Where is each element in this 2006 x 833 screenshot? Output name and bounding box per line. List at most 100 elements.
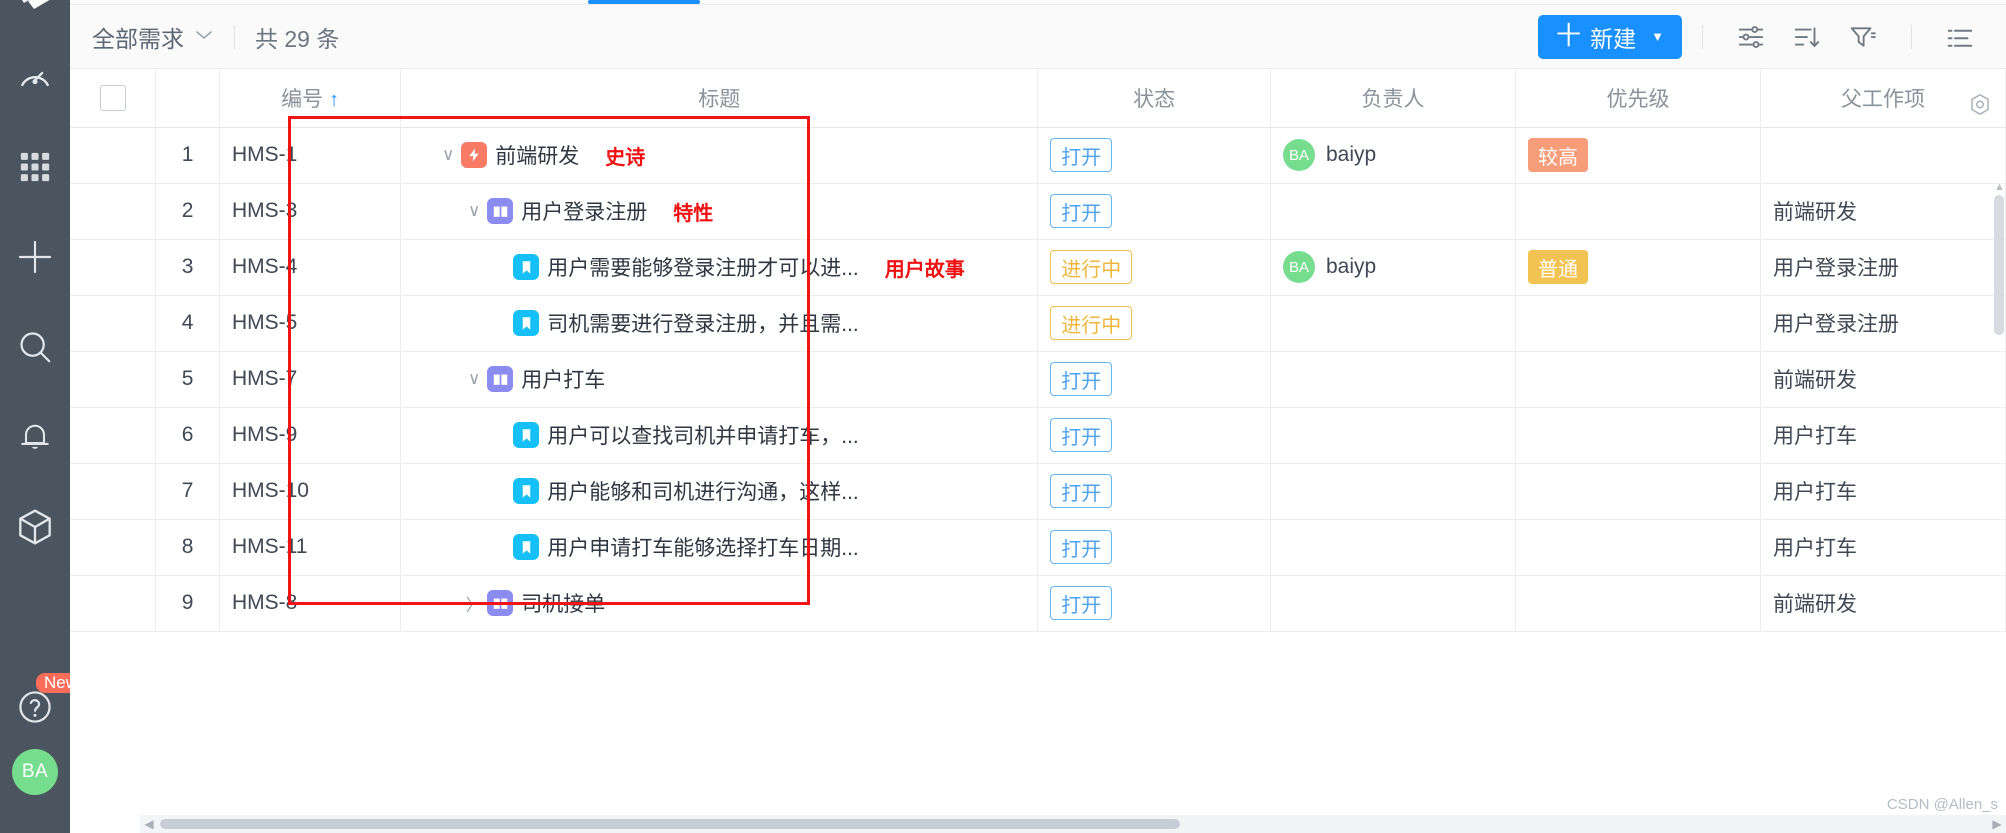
table-row[interactable]: 7 HMS-10 ∨用户能够和司机进行沟通，这样... 打开 用户打车 <box>70 463 2006 520</box>
horizontal-scroll-thumb[interactable] <box>160 819 1180 829</box>
row-status-cell[interactable]: 打开 <box>1037 407 1271 464</box>
status-badge[interactable]: 打开 <box>1050 418 1113 452</box>
logo-icon[interactable] <box>0 0 70 32</box>
select-all-header[interactable] <box>70 69 157 128</box>
row-owner-cell[interactable]: BA baiyp <box>1270 127 1516 184</box>
table-row[interactable]: 5 HMS-7 ∨ 用户打车 打开 前端研发 <box>70 351 2006 408</box>
status-badge[interactable]: 进行中 <box>1050 250 1133 284</box>
row-priority-cell[interactable]: 较高 <box>1515 127 1761 184</box>
row-select-cell[interactable] <box>70 183 157 240</box>
row-code-cell[interactable]: HMS-8 <box>219 575 402 632</box>
list-view-icon[interactable] <box>1932 15 1988 59</box>
row-title-cell[interactable]: ∨用户能够和司机进行沟通，这样... <box>400 463 1039 520</box>
scroll-up-arrow[interactable]: ▲ <box>1994 181 2005 193</box>
sidebar-item-dashboard[interactable] <box>0 32 70 122</box>
row-code-cell[interactable]: HMS-5 <box>219 295 402 352</box>
row-title-cell[interactable]: ∨用户申请打车能够选择打车日期... <box>400 519 1039 576</box>
row-select-cell[interactable] <box>70 407 157 464</box>
row-status-cell[interactable]: 打开 <box>1037 519 1271 576</box>
priority-badge[interactable]: 较高 <box>1527 138 1588 172</box>
status-badge[interactable]: 打开 <box>1050 138 1113 172</box>
row-title-cell[interactable]: ∨用户可以查找司机并申请打车，... <box>400 407 1039 464</box>
row-priority-cell[interactable]: 普通 <box>1515 239 1761 296</box>
table-row[interactable]: 2 HMS-3 ∨ 用户登录注册 特性 打开 前端研发 <box>70 183 2006 240</box>
column-header-owner[interactable]: 负责人 <box>1270 69 1516 128</box>
sidebar-item-notifications[interactable] <box>0 392 70 482</box>
row-owner-cell[interactable] <box>1270 463 1516 520</box>
row-select-cell[interactable] <box>70 463 157 520</box>
row-expand-chevron-icon[interactable]: ∨ <box>461 369 487 389</box>
row-owner-cell[interactable]: BA baiyp <box>1270 239 1516 296</box>
row-priority-cell[interactable] <box>1515 575 1761 632</box>
row-priority-cell[interactable] <box>1515 463 1761 520</box>
row-title-cell[interactable]: ∨ 前端研发 史诗 <box>400 127 1039 184</box>
row-owner-cell[interactable] <box>1270 575 1516 632</box>
horizontal-scroll-track[interactable] <box>158 819 1988 829</box>
row-select-cell[interactable] <box>70 351 157 408</box>
priority-badge[interactable]: 普通 <box>1527 250 1588 284</box>
status-badge[interactable]: 进行中 <box>1050 306 1133 340</box>
row-priority-cell[interactable] <box>1515 295 1761 352</box>
sidebar-item-search[interactable] <box>0 302 70 392</box>
row-parent-cell[interactable]: 用户登录注册 <box>1760 239 2006 296</box>
row-code-cell[interactable]: HMS-3 <box>219 183 402 240</box>
row-status-cell[interactable]: 打开 <box>1037 183 1271 240</box>
status-badge[interactable]: 打开 <box>1050 530 1113 564</box>
row-code-cell[interactable]: HMS-9 <box>219 407 402 464</box>
row-status-cell[interactable]: 打开 <box>1037 351 1271 408</box>
sort-icon[interactable] <box>1779 15 1835 59</box>
row-parent-cell[interactable]: 用户打车 <box>1760 407 2006 464</box>
row-priority-cell[interactable] <box>1515 519 1761 576</box>
table-row[interactable]: 4 HMS-5 ∨司机需要进行登录注册，并且需... 进行中 用户登录注册 <box>70 295 2006 352</box>
row-select-cell[interactable] <box>70 239 157 296</box>
row-priority-cell[interactable] <box>1515 183 1761 240</box>
column-settings-icon[interactable] <box>1960 85 2000 125</box>
row-expand-chevron-icon[interactable]: ∨ <box>435 145 461 165</box>
row-status-cell[interactable]: 进行中 <box>1037 239 1271 296</box>
status-badge[interactable]: 打开 <box>1050 362 1113 396</box>
scope-selector[interactable]: 全部需求 <box>92 20 214 54</box>
table-row[interactable]: 8 HMS-11 ∨用户申请打车能够选择打车日期... 打开 用户打车 <box>70 519 2006 576</box>
vertical-scroll-thumb[interactable] <box>1994 195 2004 335</box>
horizontal-scrollbar[interactable]: ◀ ▶ <box>140 815 2006 833</box>
row-status-cell[interactable]: 打开 <box>1037 127 1271 184</box>
column-header-code[interactable]: 编号 ↑ <box>219 69 402 128</box>
sidebar-item-help[interactable]: New <box>0 665 87 749</box>
row-expand-chevron-icon[interactable]: ∨ <box>461 201 487 221</box>
row-title-cell[interactable]: 〉 司机接单 <box>400 575 1039 632</box>
status-badge[interactable]: 打开 <box>1050 194 1113 228</box>
row-priority-cell[interactable] <box>1515 351 1761 408</box>
row-title-cell[interactable]: ∨ 用户打车 <box>400 351 1039 408</box>
row-parent-cell[interactable]: 前端研发 <box>1760 575 2006 632</box>
status-badge[interactable]: 打开 <box>1050 474 1113 508</box>
sidebar-item-apps[interactable] <box>0 122 70 212</box>
table-row[interactable]: 6 HMS-9 ∨用户可以查找司机并申请打车，... 打开 用户打车 <box>70 407 2006 464</box>
select-all-checkbox[interactable] <box>99 84 126 111</box>
row-title-cell[interactable]: ∨ 用户登录注册 特性 <box>400 183 1039 240</box>
vertical-scrollbar[interactable]: ▲ <box>1994 181 2005 665</box>
row-owner-cell[interactable] <box>1270 183 1516 240</box>
row-select-cell[interactable] <box>70 295 157 352</box>
row-status-cell[interactable]: 进行中 <box>1037 295 1271 352</box>
row-code-cell[interactable]: HMS-1 <box>219 127 402 184</box>
sort-ascending-icon[interactable]: ↑ <box>329 89 339 111</box>
row-parent-cell[interactable]: 用户打车 <box>1760 519 2006 576</box>
filter-funnel-icon[interactable] <box>1835 15 1891 59</box>
sidebar-item-package[interactable] <box>0 482 70 572</box>
row-parent-cell[interactable]: 前端研发 <box>1760 183 2006 240</box>
row-code-cell[interactable]: HMS-7 <box>219 351 402 408</box>
new-item-button[interactable]: 十 新建 ▼ <box>1538 14 1682 59</box>
row-select-cell[interactable] <box>70 519 157 576</box>
row-parent-cell[interactable]: 用户打车 <box>1760 463 2006 520</box>
sidebar-item-add[interactable] <box>0 212 70 302</box>
row-status-cell[interactable]: 打开 <box>1037 463 1271 520</box>
status-badge[interactable]: 打开 <box>1050 586 1113 620</box>
row-owner-cell[interactable] <box>1270 351 1516 408</box>
table-row[interactable]: 9 HMS-8 〉 司机接单 打开 前端研发 <box>70 575 2006 632</box>
row-code-cell[interactable]: HMS-10 <box>219 463 402 520</box>
row-select-cell[interactable] <box>70 127 157 184</box>
column-header-status[interactable]: 状态 <box>1037 69 1271 128</box>
row-select-cell[interactable] <box>70 575 157 632</box>
row-owner-cell[interactable] <box>1270 519 1516 576</box>
settings-sliders-icon[interactable] <box>1723 15 1779 59</box>
